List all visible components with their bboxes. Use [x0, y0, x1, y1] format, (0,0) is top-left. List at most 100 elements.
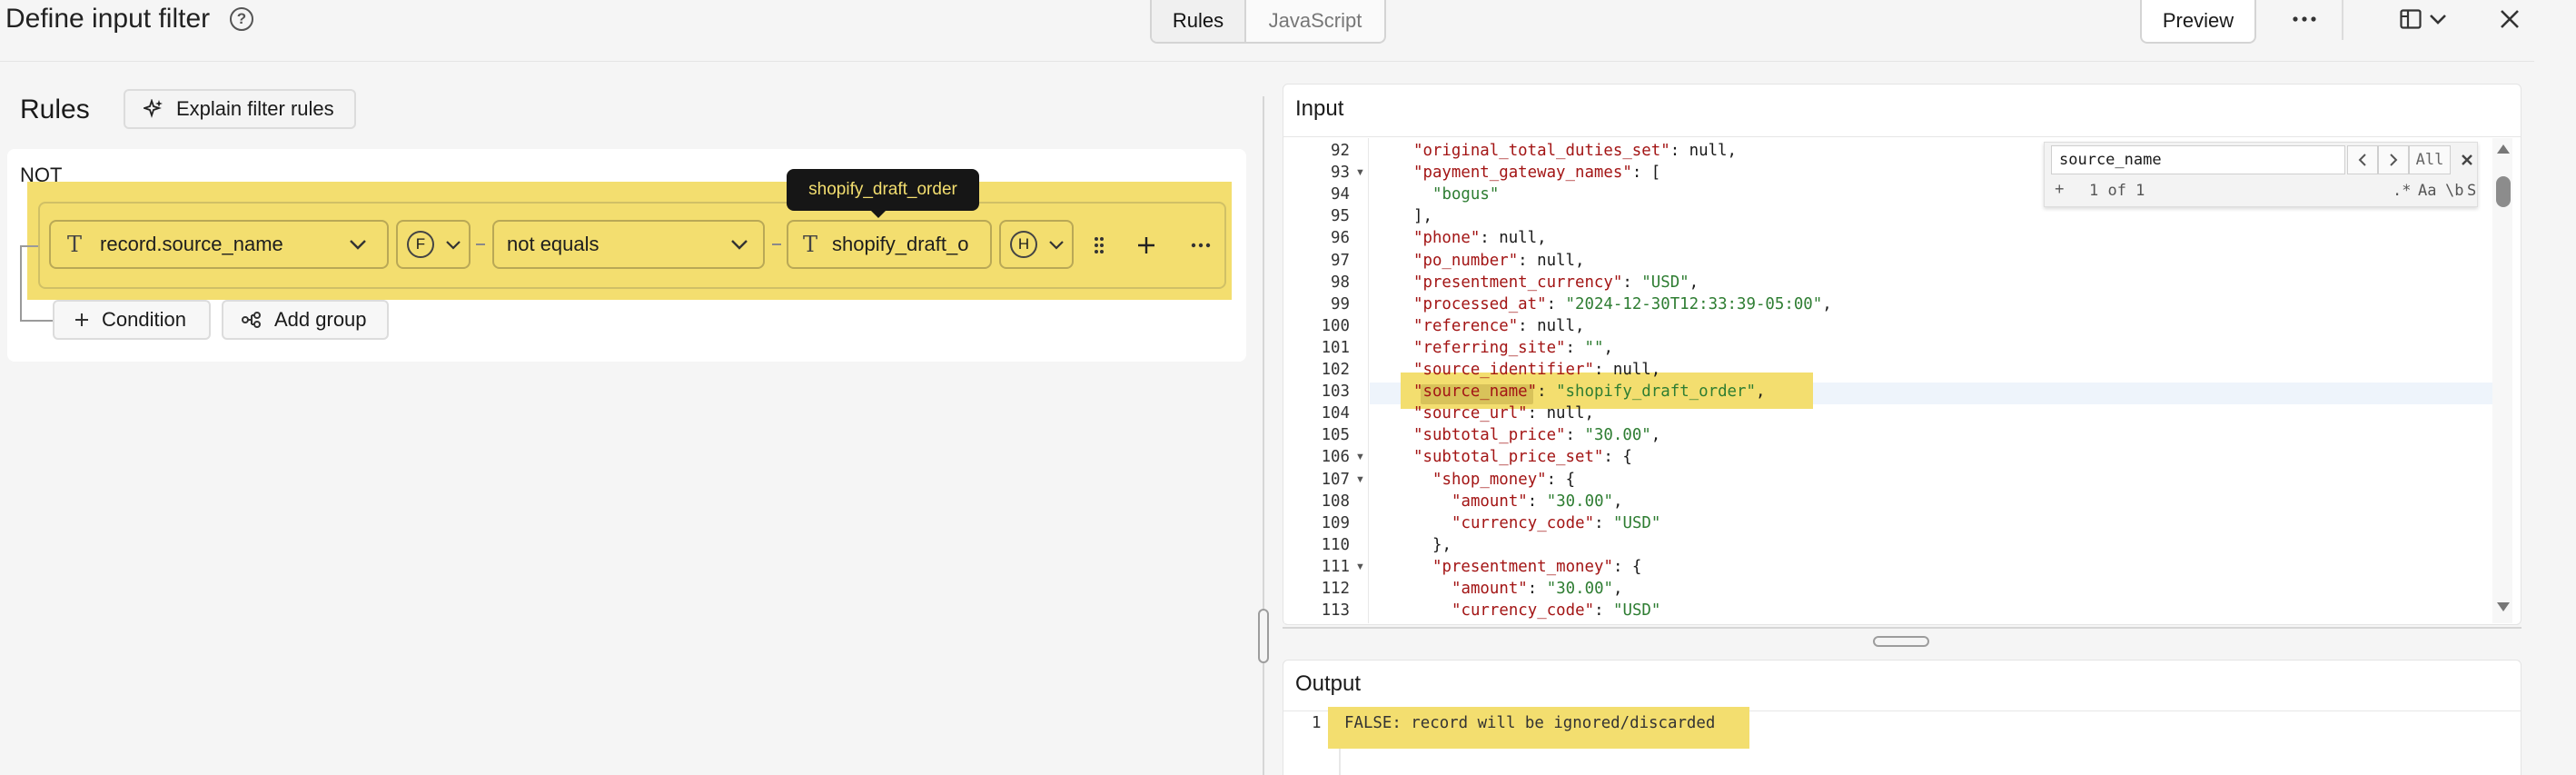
- code-line: "source_name": "shopify_draft_order",: [1413, 383, 1766, 402]
- in-selection-toggle[interactable]: S: [2467, 182, 2476, 200]
- add-condition-label: Condition: [102, 308, 186, 331]
- add-icon[interactable]: [1134, 233, 1159, 258]
- page-title: Define input filter: [5, 4, 211, 34]
- group-icon: [242, 312, 261, 328]
- gutter-border: [1368, 138, 1369, 623]
- code-line: "payment_gateway_names": [: [1413, 164, 1661, 183]
- compare-value-input[interactable]: T shopify_draft_o: [787, 220, 992, 269]
- line-number: 109: [1321, 513, 1350, 532]
- chevron-down-icon: [446, 240, 461, 250]
- fold-icon[interactable]: ▼: [1355, 167, 1365, 178]
- input-header-divider: [1283, 136, 2522, 137]
- sparkle-icon: [144, 99, 163, 118]
- code-line: },: [1432, 535, 1451, 554]
- add-group-button[interactable]: Add group: [222, 300, 389, 340]
- vertical-scrollbar[interactable]: [2492, 138, 2512, 623]
- whole-word-toggle[interactable]: \b: [2445, 182, 2463, 200]
- output-line-number: 1: [1312, 714, 1322, 732]
- close-icon[interactable]: [2496, 5, 2523, 33]
- line-number: 104: [1321, 404, 1350, 423]
- vertical-split-divider: [1283, 627, 2522, 629]
- chevron-down-icon: [731, 240, 748, 250]
- code-line: "amount": "30.00",: [1451, 492, 1623, 511]
- tooltip-arrow: [869, 209, 887, 218]
- find-close-icon[interactable]: [2458, 149, 2476, 171]
- preview-button[interactable]: Preview: [2140, 0, 2256, 44]
- code-line: "phone": null,: [1413, 229, 1547, 248]
- code-line: "processed_at": "2024-12-30T12:33:39-05:…: [1413, 294, 1832, 313]
- help-icon[interactable]: ?: [230, 7, 253, 31]
- compare-value: shopify_draft_o: [832, 233, 969, 255]
- drag-handle-icon[interactable]: [1086, 233, 1112, 258]
- line-gutter: 92 93 ▼ 94 95 96 97 98 99 100 101 102 103 104 105 106 ▼ 1…: [1284, 138, 1368, 623]
- fold-icon[interactable]: ▼: [1355, 474, 1365, 485]
- code-line: "bogus": [1432, 185, 1500, 204]
- code-line: "source_url": null,: [1413, 404, 1594, 423]
- line-number: 110: [1321, 535, 1350, 554]
- line-number: 100: [1321, 316, 1350, 335]
- chevron-down-icon: [2430, 15, 2446, 25]
- code-line: "original_total_duties_set": null,: [1413, 142, 1737, 160]
- input-heading: Input: [1295, 96, 1344, 121]
- text-type-icon: T: [803, 232, 818, 257]
- line-number: 112: [1321, 580, 1350, 598]
- add-group-label: Add group: [274, 308, 367, 331]
- split-resize-handle[interactable]: [1873, 636, 1929, 647]
- scroll-up-icon[interactable]: [2496, 144, 2511, 154]
- case-sensitive-toggle[interactable]: Aa: [2418, 182, 2436, 200]
- mode-tabs: Rules JavaScript: [1150, 0, 1386, 44]
- find-all-button[interactable]: All: [2409, 145, 2451, 174]
- replace-toggle-icon[interactable]: +: [2055, 180, 2065, 199]
- code-line: "subtotal_price": "30.00",: [1413, 426, 1661, 445]
- scrollbar-thumb[interactable]: [2496, 176, 2511, 207]
- code-line: "currency_code": "USD": [1451, 601, 1661, 621]
- rules-heading: Rules: [20, 94, 90, 124]
- layout-icon: [2400, 9, 2422, 29]
- line-number: 92: [1331, 142, 1350, 160]
- line-number: 113: [1321, 601, 1350, 621]
- more-options-icon[interactable]: [2280, 7, 2329, 31]
- find-input[interactable]: source_name: [2051, 145, 2345, 174]
- explain-filter-rules-button[interactable]: Explain filter rules: [124, 89, 356, 129]
- text-type-icon: T: [67, 232, 83, 257]
- line-number: 97: [1331, 251, 1350, 270]
- line-number: 98: [1331, 273, 1350, 292]
- line-number: 93: [1331, 164, 1350, 183]
- layout-toggle[interactable]: [2394, 5, 2452, 33]
- fold-icon[interactable]: ▼: [1355, 452, 1365, 462]
- regex-toggle[interactable]: .*: [2393, 182, 2411, 200]
- add-condition-button[interactable]: Condition: [53, 300, 211, 340]
- tab-javascript[interactable]: JavaScript: [1246, 0, 1384, 42]
- line-number: 96: [1331, 229, 1350, 248]
- tab-rules[interactable]: Rules: [1152, 0, 1246, 42]
- field-mode-select[interactable]: F: [396, 220, 471, 269]
- connector: [476, 243, 485, 245]
- code-line: "po_number": null,: [1413, 251, 1585, 270]
- find-next-button[interactable]: [2378, 145, 2409, 174]
- line-number: 102: [1321, 361, 1350, 379]
- connector: [772, 243, 781, 245]
- fold-icon[interactable]: ▼: [1355, 561, 1365, 572]
- row-more-icon[interactable]: [1188, 233, 1214, 258]
- line-number: 94: [1331, 185, 1350, 204]
- code-line: "shop_money": {: [1432, 470, 1576, 489]
- tree-branch: [20, 245, 38, 247]
- code-line: "presentment_money": {: [1432, 557, 1642, 576]
- find-previous-button[interactable]: [2347, 145, 2378, 174]
- field-mode-badge: F: [407, 231, 434, 258]
- code-line: "currency_code": "USD": [1451, 513, 1661, 532]
- chevron-down-icon: [350, 240, 366, 250]
- operator-select[interactable]: not equals: [492, 220, 765, 269]
- field-select[interactable]: T record.source_name: [49, 220, 389, 269]
- scroll-down-icon[interactable]: [2496, 601, 2511, 612]
- code-line: "subtotal_price_set": {: [1413, 448, 1632, 467]
- code-line: ],: [1413, 207, 1432, 226]
- line-number: 95: [1331, 207, 1350, 226]
- line-number: 106: [1321, 448, 1350, 467]
- value-mode-select[interactable]: H: [999, 220, 1074, 269]
- resize-handle[interactable]: [1258, 609, 1269, 663]
- chevron-left-icon: [2358, 154, 2366, 166]
- panel-divider: [1263, 96, 1264, 775]
- tree-branch: [20, 320, 54, 322]
- plus-icon: [75, 313, 88, 326]
